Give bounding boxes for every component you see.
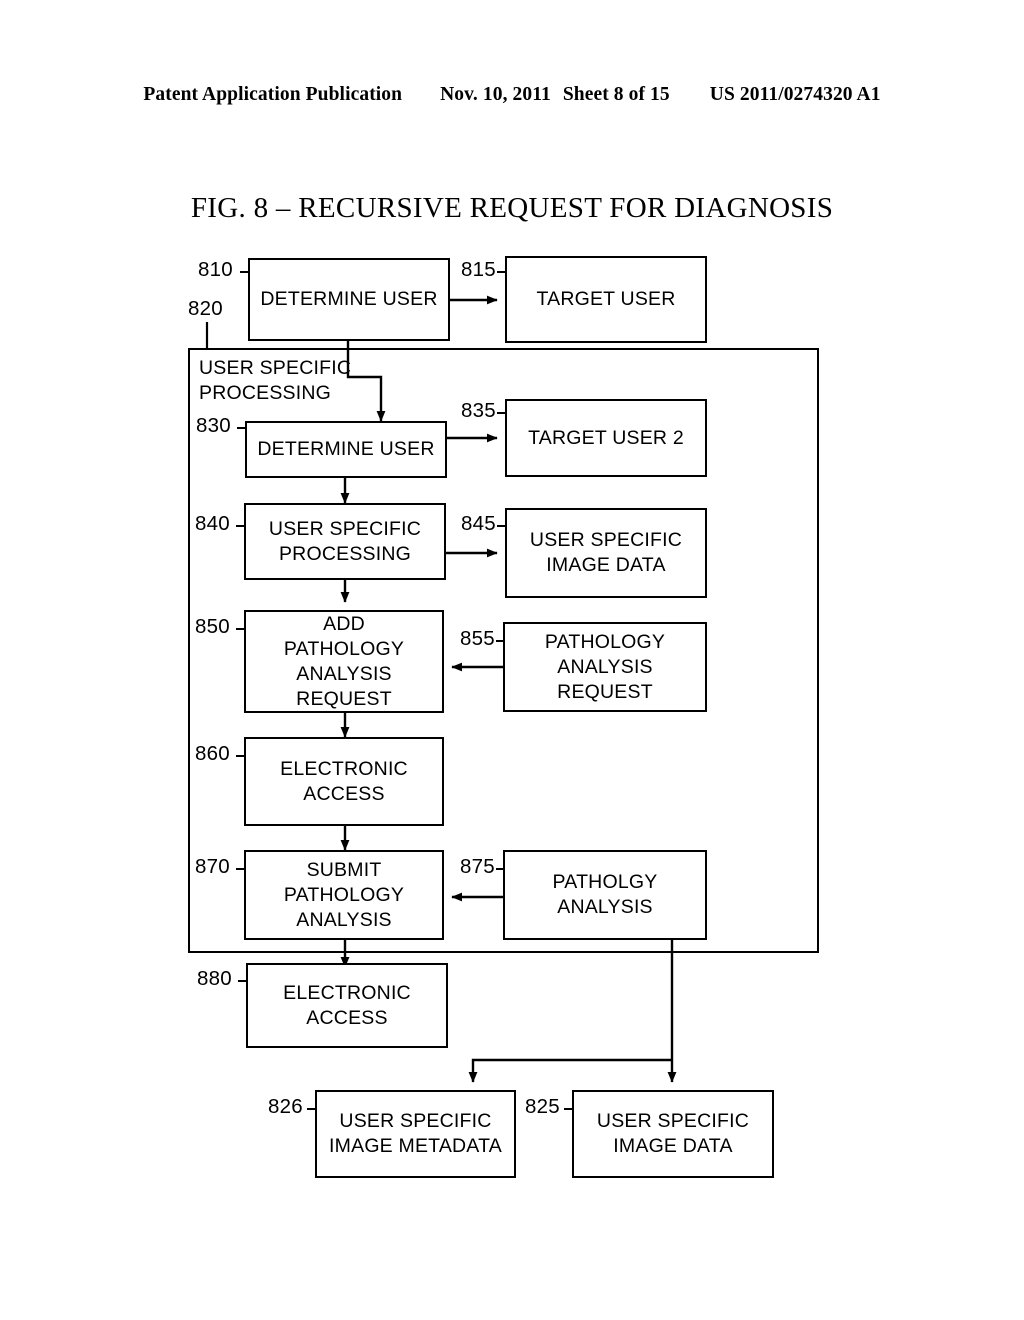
node-855-pathology-analysis-request[interactable]: PATHOLOGY ANALYSIS REQUEST	[503, 622, 707, 712]
ref-leader-840	[236, 525, 245, 528]
node-835-target-user-2[interactable]: TARGET USER 2	[505, 399, 707, 477]
node-850-add-pathology-analysis-request[interactable]: ADD PATHOLOGY ANALYSIS REQUEST	[244, 610, 444, 713]
node-830-determine-user[interactable]: DETERMINE USER	[245, 421, 447, 478]
node-875-label: PATHOLGY ANALYSIS	[552, 871, 658, 918]
ref-leader-845	[497, 525, 506, 528]
ref-leader-826	[307, 1108, 316, 1111]
patent-drawing-sheet: Patent Application Publication Nov. 10, …	[0, 0, 1024, 1320]
ref-leader-825	[564, 1108, 573, 1111]
node-840-label: USER SPECIFIC PROCESSING	[268, 517, 422, 565]
node-860-electronic-access[interactable]: ELECTRONIC ACCESS	[244, 737, 444, 826]
ref-numeral-880: 880	[197, 967, 232, 990]
node-835-label: TARGET USER 2	[528, 426, 684, 449]
ref-leader-860	[236, 755, 245, 758]
ref-numeral-845: 845	[461, 512, 496, 535]
node-815-label: TARGET USER	[536, 288, 676, 310]
group-container-label: USER SPECIFIC PROCESSING	[199, 357, 352, 404]
ref-leader-830	[237, 427, 246, 430]
node-815-target-user[interactable]: TARGET USER	[505, 256, 707, 343]
ref-leader-815	[497, 271, 506, 274]
node-810-determine-user[interactable]: DETERMINE USER	[248, 258, 450, 341]
node-870-label: SUBMIT PATHOLOGY ANALYSIS	[283, 858, 405, 931]
ref-numeral-826: 826	[268, 1095, 303, 1118]
ref-numeral-850: 850	[195, 615, 230, 638]
ref-numeral-820: 820	[188, 297, 223, 320]
node-870-submit-pathology-analysis[interactable]: SUBMIT PATHOLOGY ANALYSIS	[244, 850, 444, 940]
node-830-label: DETERMINE USER	[257, 438, 435, 460]
ref-numeral-840: 840	[195, 512, 230, 535]
node-826-label: USER SPECIFIC IMAGE METADATA	[329, 1110, 502, 1157]
node-845-user-specific-image-data[interactable]: USER SPECIFIC IMAGE DATA	[505, 508, 707, 598]
node-810-label: DETERMINE USER	[260, 288, 438, 310]
node-845-label: USER SPECIFIC IMAGE DATA	[529, 529, 683, 576]
node-860-label: ELECTRONIC ACCESS	[280, 757, 408, 805]
node-855-label: PATHOLOGY ANALYSIS REQUEST	[544, 630, 666, 703]
ref-leader-855	[496, 640, 505, 643]
ref-leader-850	[236, 628, 245, 631]
ref-leader-870	[236, 868, 245, 871]
node-825-user-specific-image-data[interactable]: USER SPECIFIC IMAGE DATA	[572, 1090, 774, 1178]
node-880-label: ELECTRONIC ACCESS	[283, 981, 411, 1029]
node-850-label: ADD PATHOLOGY ANALYSIS REQUEST	[283, 612, 405, 710]
ref-numeral-825: 825	[525, 1095, 560, 1118]
ref-leader-875	[496, 868, 505, 871]
ref-numeral-810: 810	[198, 258, 233, 281]
node-875-pathology-analysis[interactable]: PATHOLGY ANALYSIS	[503, 850, 707, 940]
ref-numeral-870: 870	[195, 855, 230, 878]
ref-leader-880	[238, 980, 247, 983]
ref-numeral-855: 855	[460, 627, 495, 650]
flowchart: USER SPECIFIC PROCESSING 820 DETERMINE U…	[0, 0, 1024, 1320]
node-880-electronic-access[interactable]: ELECTRONIC ACCESS	[246, 963, 448, 1048]
ref-leader-820	[205, 322, 209, 350]
node-826-user-specific-image-metadata[interactable]: USER SPECIFIC IMAGE METADATA	[315, 1090, 516, 1178]
ref-numeral-815: 815	[461, 258, 496, 281]
node-825-label: USER SPECIFIC IMAGE DATA	[596, 1110, 750, 1157]
ref-leader-835	[497, 412, 506, 415]
ref-leader-810	[240, 271, 249, 274]
ref-numeral-830: 830	[196, 414, 231, 437]
node-840-user-specific-processing[interactable]: USER SPECIFIC PROCESSING	[244, 503, 446, 580]
ref-numeral-875: 875	[460, 855, 495, 878]
ref-numeral-835: 835	[461, 399, 496, 422]
ref-numeral-860: 860	[195, 742, 230, 765]
